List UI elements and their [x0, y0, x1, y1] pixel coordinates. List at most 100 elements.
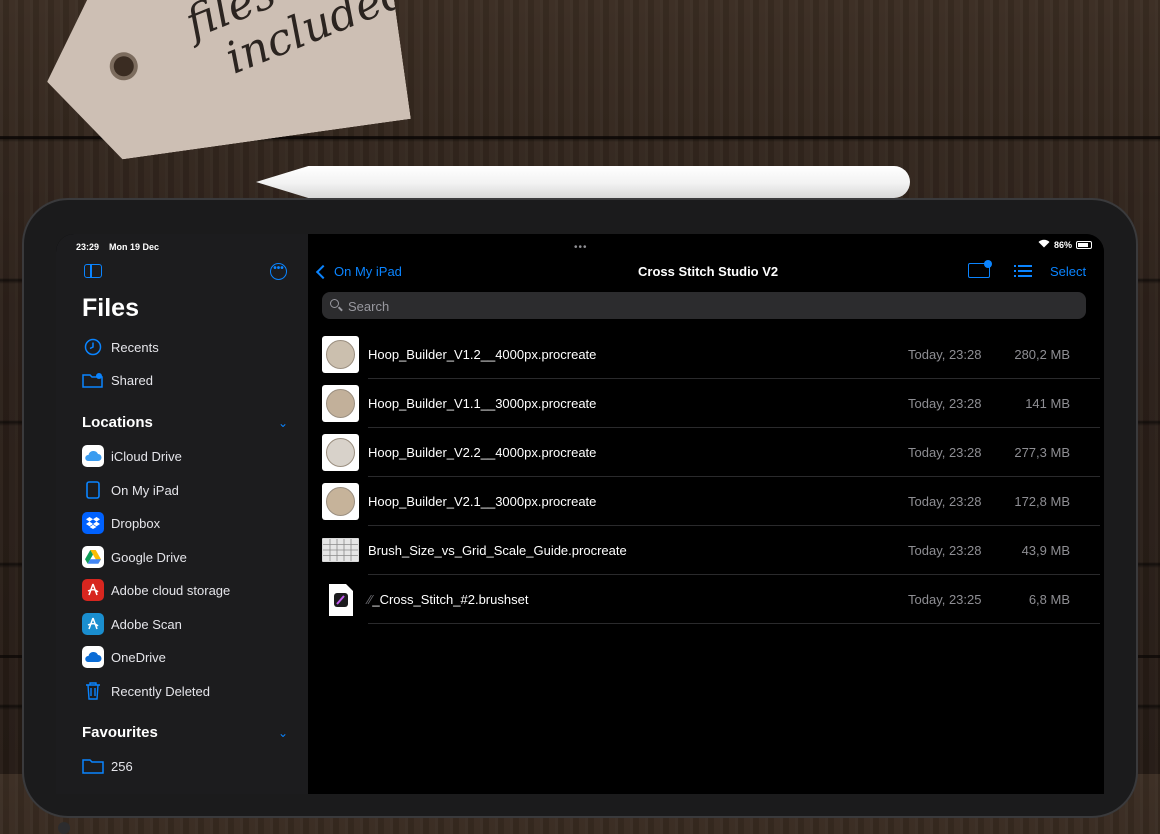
sidebar-item-label: Recents	[111, 339, 159, 355]
file-thumbnail	[322, 434, 359, 471]
sidebar-toggle-icon[interactable]	[84, 264, 102, 278]
file-date: Today, 23:28	[908, 445, 982, 460]
search-input[interactable]	[346, 292, 1050, 321]
select-button[interactable]: Select	[1050, 264, 1086, 279]
file-size: 172,8 MB	[1014, 494, 1070, 509]
multitasking-dots[interactable]: •••	[574, 242, 588, 253]
tag-handwriting: files included	[179, 0, 415, 92]
file-thumbnail	[322, 483, 359, 520]
file-thumbnail	[322, 385, 359, 422]
status-time: 23:29	[76, 242, 100, 252]
wifi-icon	[1038, 239, 1050, 250]
sidebar-item-label: Adobe Scan	[111, 616, 182, 632]
sidebar-item-dropbox[interactable]: Dropbox	[82, 510, 160, 536]
sidebar-item-recently-deleted[interactable]: Recently Deleted	[82, 678, 210, 704]
sidebar-item-label: Recently Deleted	[111, 683, 210, 699]
sidebar: 23:29 Mon 19 Dec ••• Files Recents Share…	[56, 234, 308, 794]
sidebar-item-icloud-drive[interactable]: iCloud Drive	[82, 443, 182, 469]
sidebar-item-adobe-scan[interactable]: Adobe Scan	[82, 611, 182, 637]
file-size: 280,2 MB	[1014, 347, 1070, 362]
file-browser: ••• 86% On My iPad Cross Stitch Studio V…	[308, 234, 1104, 794]
adobe-scan-icon	[82, 613, 104, 635]
sidebar-item-adobe-cloud-storage[interactable]: Adobe cloud storage	[82, 577, 230, 603]
back-button-label: On My iPad	[334, 264, 402, 279]
grid-guide-thumbnail-icon	[323, 539, 358, 561]
file-date: Today, 23:28	[908, 494, 982, 509]
hoop-thumbnail-icon	[326, 487, 355, 516]
file-size: 141 MB	[1025, 396, 1070, 411]
file-name: Hoop_Builder_V1.2__4000px.procreate	[368, 347, 597, 362]
sidebar-item-label: 256	[111, 758, 133, 774]
paper-tag: files included	[34, 0, 411, 168]
tag-hole	[108, 50, 140, 82]
onedrive-icon	[82, 646, 104, 668]
icloud-icon	[82, 445, 104, 467]
status-date: Mon 19 Dec	[109, 242, 160, 252]
file-row[interactable]: Brush_Size_vs_Grid_Scale_Guide.procreate…	[322, 526, 1100, 575]
favourites-header[interactable]: Favourites	[82, 724, 158, 741]
row-divider	[368, 623, 1100, 624]
file-row[interactable]: Hoop_Builder_V1.1__3000px.procreate Toda…	[322, 379, 1100, 428]
file-name: Brush_Size_vs_Grid_Scale_Guide.procreate	[368, 543, 627, 558]
file-date: Today, 23:25	[908, 592, 982, 607]
search-icon	[330, 299, 339, 308]
file-row[interactable]: Hoop_Builder_V1.2__4000px.procreate Toda…	[322, 330, 1100, 379]
file-name-text: _Cross_Stitch_#2.brushset	[372, 592, 529, 607]
chevron-down-icon[interactable]: ⌄	[278, 416, 288, 430]
sidebar-item-folder-256[interactable]: 256	[82, 753, 133, 779]
sidebar-item-label: On My iPad	[111, 482, 179, 498]
chevron-down-icon[interactable]: ⌄	[278, 726, 288, 740]
file-thumbnail	[322, 538, 359, 562]
file-name: Hoop_Builder_V2.1__3000px.procreate	[368, 494, 597, 509]
file-row[interactable]: ⁄⁄_Cross_Stitch_#2.brushset Today, 23:25…	[322, 575, 1100, 624]
procreate-brushset-icon	[329, 583, 353, 616]
sidebar-item-label: Shared	[111, 372, 153, 388]
front-camera	[58, 822, 70, 834]
sidebar-item-label: Google Drive	[111, 549, 187, 565]
sidebar-item-shared[interactable]: Shared	[82, 367, 153, 393]
file-thumbnail	[322, 336, 359, 373]
google-drive-icon	[82, 546, 104, 568]
more-options-icon[interactable]: •••	[270, 263, 287, 280]
sidebar-item-google-drive[interactable]: Google Drive	[82, 544, 187, 570]
file-date: Today, 23:28	[908, 543, 982, 558]
file-row[interactable]: Hoop_Builder_V2.2__4000px.procreate Toda…	[322, 428, 1100, 477]
sidebar-item-label: Adobe cloud storage	[111, 582, 231, 598]
file-row[interactable]: Hoop_Builder_V2.1__3000px.procreate Toda…	[322, 477, 1100, 526]
ipad-icon	[82, 479, 104, 501]
chevron-left-icon	[315, 264, 331, 279]
file-name: Hoop_Builder_V2.2__4000px.procreate	[368, 445, 597, 460]
dropbox-icon	[82, 512, 104, 534]
sidebar-item-on-my-ipad[interactable]: On My iPad	[82, 477, 179, 503]
search-bar[interactable]	[322, 292, 1086, 321]
battery-percent: 86%	[1053, 239, 1072, 250]
sidebar-item-onedrive[interactable]: OneDrive	[82, 644, 166, 670]
sidebar-item-label: OneDrive	[111, 649, 166, 665]
file-thumbnail	[328, 581, 354, 618]
file-name: Hoop_Builder_V1.1__3000px.procreate	[368, 396, 597, 411]
hoop-thumbnail-icon	[326, 340, 355, 369]
file-size: 6,8 MB	[1028, 592, 1070, 607]
locations-header[interactable]: Locations	[82, 414, 153, 431]
sidebar-item-label: iCloud Drive	[111, 448, 182, 464]
sidebar-item-recents[interactable]: Recents	[82, 334, 159, 360]
trash-icon	[82, 680, 104, 702]
file-size: 43,9 MB	[1021, 543, 1070, 558]
shared-folder-icon	[82, 369, 104, 391]
back-button[interactable]: On My iPad	[315, 264, 402, 279]
list-view-icon[interactable]	[1014, 265, 1032, 277]
status-right: 86%	[1038, 239, 1092, 250]
file-date: Today, 23:28	[908, 347, 982, 362]
clock-icon	[82, 336, 104, 358]
battery-icon	[1076, 240, 1092, 249]
new-folder-plus-badge	[984, 260, 992, 268]
folder-title: Cross Stitch Studio V2	[638, 264, 779, 279]
hoop-thumbnail-icon	[326, 438, 355, 467]
hoop-thumbnail-icon	[326, 389, 355, 418]
page-title: Files	[82, 294, 139, 322]
file-size: 277,3 MB	[1014, 445, 1070, 460]
adobe-acrobat-icon	[82, 579, 104, 601]
ipad-screen: 23:29 Mon 19 Dec ••• Files Recents Share…	[56, 234, 1104, 794]
sidebar-item-label: Dropbox	[111, 515, 161, 531]
file-name: ⁄⁄_Cross_Stitch_#2.brushset	[368, 592, 528, 607]
